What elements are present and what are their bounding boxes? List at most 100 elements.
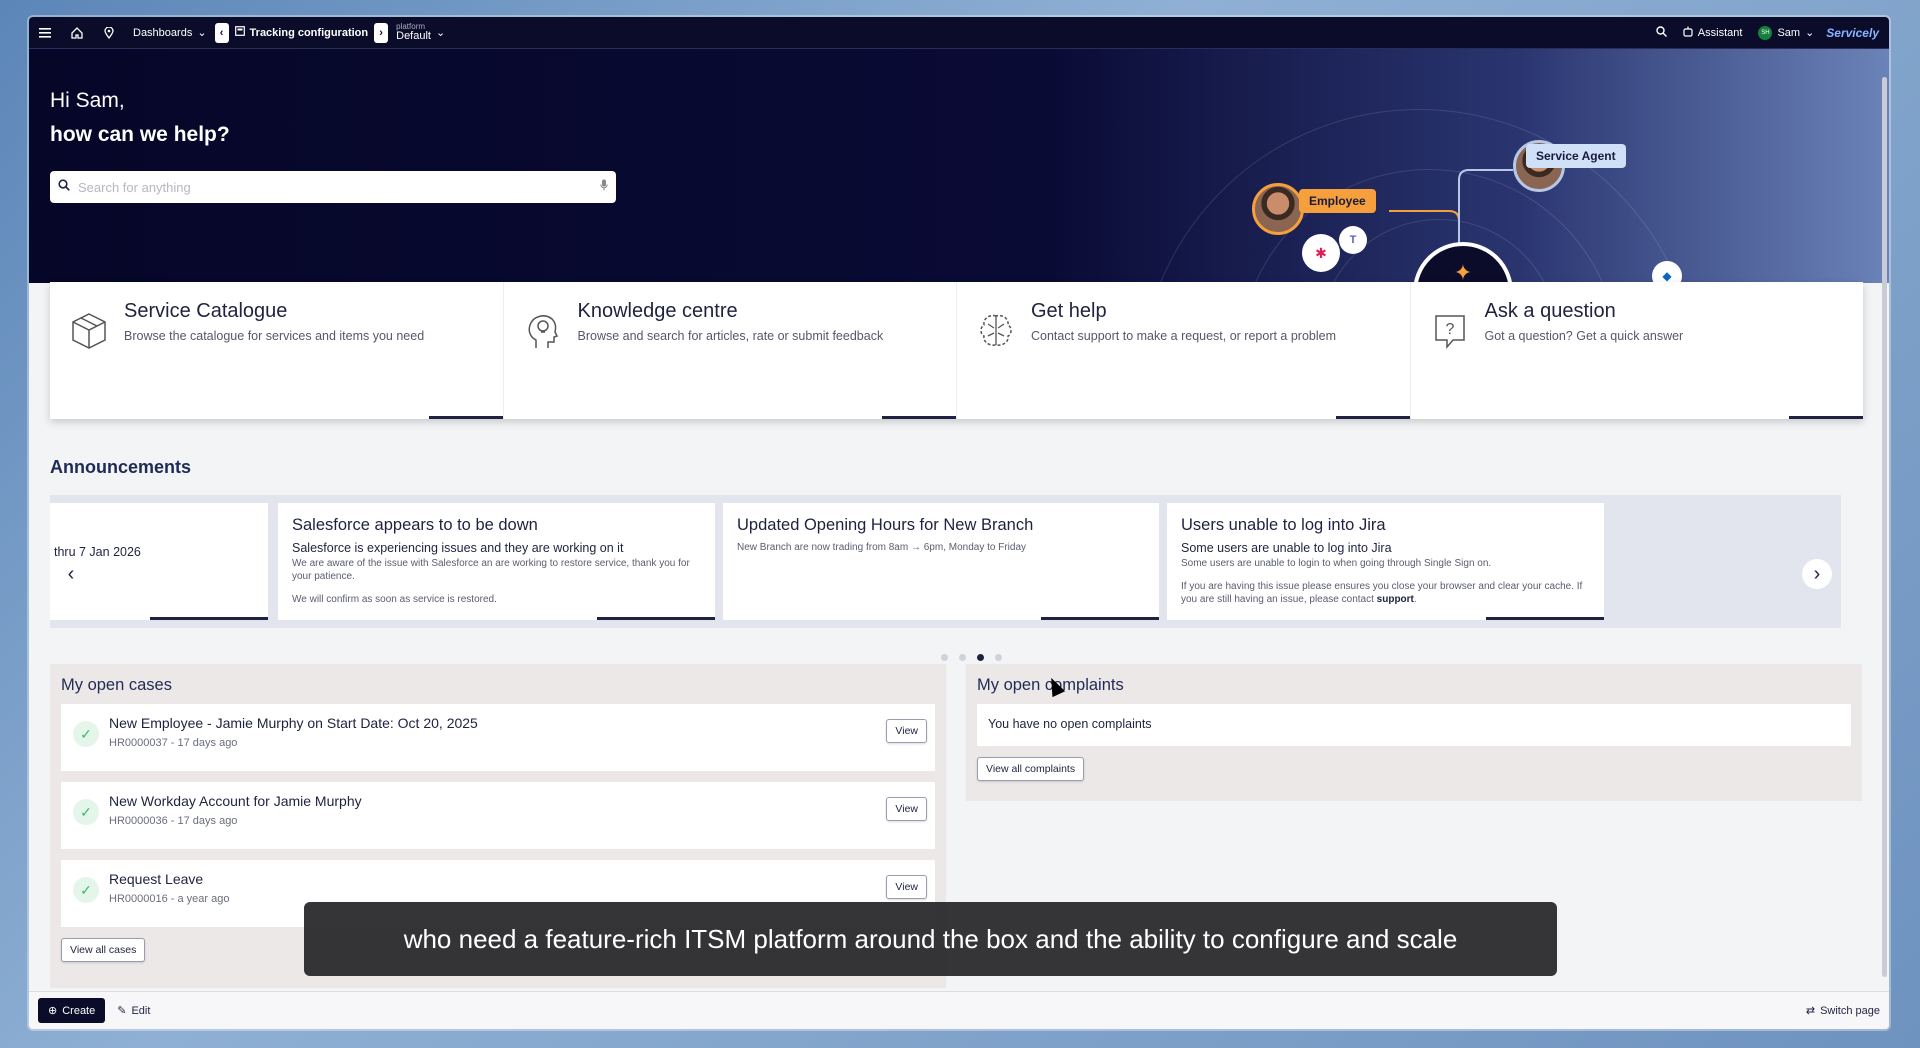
open-cases-heading: My open cases — [61, 676, 172, 694]
check-icon: ✓ — [73, 721, 99, 747]
location-button[interactable] — [93, 17, 125, 48]
hero-illustration: Employee Service Agent ✱ T ✦ ◆ — [1139, 49, 1889, 283]
tab-label: Tracking configuration — [249, 26, 369, 39]
home-button[interactable] — [61, 17, 93, 48]
announcement-body: Some users are unable to login to when g… — [1181, 558, 1492, 569]
open-complaints-heading: My open complaints — [977, 676, 1124, 694]
employee-label: Employee — [1299, 189, 1376, 213]
question-bubble-icon: ? — [1429, 310, 1471, 352]
search-button[interactable] — [1648, 17, 1675, 48]
case-row[interactable]: ✓ New Workday Account for Jamie Murphy H… — [61, 782, 935, 849]
check-icon: ✓ — [73, 877, 99, 903]
bottom-toolbar: ⊕ Create ✎ Edit ⇄ Switch page — [29, 991, 1889, 1029]
case-meta: HR0000036 - 17 days ago — [109, 815, 238, 827]
support-link[interactable]: support — [1377, 594, 1414, 605]
search-box[interactable] — [50, 171, 616, 203]
brand-logo[interactable]: Servicely — [1822, 26, 1889, 40]
carousel-dot-active[interactable] — [977, 654, 984, 661]
announcement-card[interactable]: Updated Opening Hours for New Branch New… — [723, 503, 1159, 620]
microphone-icon[interactable] — [600, 178, 608, 196]
announcement-card[interactable]: Users unable to log into Jira Some users… — [1167, 503, 1604, 620]
topbar-right: Assistant SH Sam ⌄ Servicely — [1648, 17, 1889, 48]
card-underline — [1335, 416, 1410, 419]
search-input[interactable] — [78, 179, 592, 195]
card-underline — [428, 416, 503, 419]
teams-icon: T — [1339, 226, 1367, 254]
announcement-body: We are aware of the issue with Salesforc… — [292, 558, 690, 582]
feature-cards: Service Catalogue Browse the catalogue f… — [50, 282, 1863, 419]
browser-window: Dashboards ⌄ ‹ Tracking configuration › … — [29, 17, 1889, 1029]
dashboards-dropdown[interactable]: Dashboards ⌄ — [125, 17, 215, 48]
brain-icon — [975, 310, 1017, 352]
card-underline — [1789, 416, 1863, 419]
switch-page-button[interactable]: ⇄ Switch page — [1806, 1004, 1880, 1018]
carousel-next-button[interactable]: › — [1802, 559, 1832, 589]
check-icon: ✓ — [73, 799, 99, 825]
card-title: Get help — [1031, 300, 1107, 322]
announcement-card[interactable]: thru 7 Jan 2026 — [50, 503, 268, 620]
carousel-dot[interactable] — [959, 654, 966, 661]
assistant-label: Assistant — [1697, 26, 1743, 39]
announcement-body: We will confirm as soon as service is re… — [292, 594, 497, 605]
card-underline — [1486, 617, 1604, 620]
card-title: Ask a question — [1484, 300, 1616, 322]
view-case-button[interactable]: View — [886, 719, 927, 743]
case-title: New Workday Account for Jamie Murphy — [109, 793, 362, 809]
view-all-cases-button[interactable]: View all cases — [61, 938, 146, 962]
chevron-down-icon: ⌄ — [197, 27, 207, 39]
service-catalogue-card[interactable]: Service Catalogue Browse the catalogue f… — [50, 282, 504, 419]
carousel-dot[interactable] — [995, 654, 1002, 661]
service-agent-label: Service Agent — [1526, 144, 1626, 168]
carousel-prev-button[interactable]: ‹ — [56, 559, 86, 589]
head-bulb-icon — [522, 310, 564, 352]
announcement-body: If you are having this issue please ensu… — [1181, 581, 1583, 605]
announcement-title: Salesforce appears to to be down — [292, 516, 538, 534]
tab-tracking-configuration[interactable]: Tracking configuration — [229, 17, 375, 48]
create-label: Create — [62, 1004, 96, 1017]
card-description: Browse the catalogue for services and it… — [124, 329, 425, 343]
edit-icon: ✎ — [117, 1005, 127, 1017]
box-icon — [68, 310, 110, 352]
svg-text:?: ? — [1445, 321, 1454, 338]
view-case-button[interactable]: View — [886, 797, 927, 821]
employee-avatar — [1252, 183, 1304, 235]
assistant-button[interactable]: Assistant — [1675, 17, 1751, 48]
announcement-subtitle: Some users are unable to log into Jira — [1181, 541, 1392, 555]
chevron-left-icon: ‹ — [67, 562, 75, 585]
user-menu[interactable]: SH Sam ⌄ — [1750, 17, 1822, 48]
view-case-button[interactable]: View — [886, 875, 927, 899]
create-button[interactable]: ⊕ Create — [38, 998, 106, 1023]
switch-page-label: Switch page — [1820, 1004, 1880, 1017]
user-avatar: SH — [1758, 25, 1773, 40]
platform-value: Default — [396, 30, 431, 42]
card-description: Contact support to make a request, or re… — [1031, 329, 1337, 343]
knowledge-centre-card[interactable]: Knowledge centre Browse and search for a… — [504, 282, 957, 419]
announcement-title: Users unable to log into Jira — [1181, 516, 1386, 534]
card-title: Knowledge centre — [577, 300, 738, 322]
announcement-subtitle: Salesforce is experiencing issues and th… — [292, 541, 624, 555]
robot-icon — [1683, 26, 1693, 40]
card-underline — [1041, 617, 1159, 620]
menu-button[interactable] — [29, 17, 61, 48]
tab-forward-button[interactable]: › — [374, 22, 389, 43]
edit-label: Edit — [131, 1004, 151, 1017]
no-complaints-message: You have no open complaints — [977, 704, 1851, 746]
view-all-complaints-button[interactable]: View all complaints — [977, 757, 1085, 781]
edit-button[interactable]: ✎ Edit — [117, 1004, 151, 1018]
get-help-card[interactable]: Get help Contact support to make a reque… — [957, 282, 1411, 419]
announcement-body: New Branch are now trading from 8am → 6p… — [737, 542, 1027, 553]
case-row[interactable]: ✓ New Employee - Jamie Murphy on Start D… — [61, 704, 935, 771]
tab-back-button[interactable]: ‹ — [214, 22, 229, 43]
announcement-card[interactable]: Salesforce appears to to be down Salesfo… — [278, 503, 715, 620]
integration-icon: ◆ — [1652, 261, 1682, 283]
hero-banner: Hi Sam, how can we help? Employee Servic… — [29, 49, 1889, 283]
card-description: Browse and search for articles, rate or … — [577, 329, 884, 343]
carousel-dot[interactable] — [941, 654, 948, 661]
ask-question-card[interactable]: ? Ask a question Got a question? Get a q… — [1411, 282, 1863, 419]
platform-selector[interactable]: platform Default ⌄ — [388, 17, 453, 48]
case-title: Request Leave — [109, 871, 204, 887]
announcement-title: Updated Opening Hours for New Branch — [737, 516, 1034, 534]
page-scrollbar[interactable] — [1882, 77, 1887, 977]
home-icon — [69, 25, 85, 41]
card-underline — [882, 416, 956, 419]
